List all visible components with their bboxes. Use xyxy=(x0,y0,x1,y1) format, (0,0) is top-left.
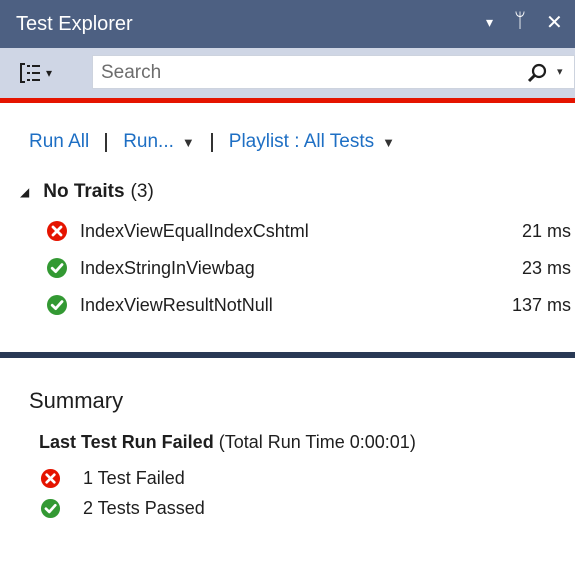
summary-title: Summary xyxy=(29,388,124,413)
test-duration: 23 ms xyxy=(521,257,571,278)
action-links: Run All Run... ▼ Playlist : All Tests ▼ xyxy=(29,131,395,153)
search-placeholder: Search xyxy=(101,62,162,83)
run-status-bar xyxy=(0,98,575,103)
window-options-dropdown-icon[interactable]: ▾ xyxy=(486,14,493,31)
title-bar: Test Explorer ▾ ᛘ ✕ xyxy=(0,0,575,48)
summary-passed[interactable]: 2 Tests Passed xyxy=(40,498,205,519)
run-all-link[interactable]: Run All xyxy=(29,131,89,153)
playlist-link[interactable]: Playlist : All Tests xyxy=(229,131,374,153)
panel-splitter[interactable] xyxy=(0,352,575,358)
summary-failed[interactable]: 1 Test Failed xyxy=(40,468,185,489)
test-name: IndexViewResultNotNull xyxy=(80,294,273,315)
test-row[interactable]: IndexViewEqualIndexCshtml 21 ms xyxy=(46,218,575,244)
run-link[interactable]: Run... xyxy=(123,131,174,153)
failed-icon xyxy=(40,468,61,489)
failed-count: 1 Test Failed xyxy=(83,468,185,488)
search-options-dropdown-icon[interactable]: ▾ xyxy=(557,65,563,78)
playlist-dropdown-icon[interactable]: ▼ xyxy=(382,135,395,150)
test-name: IndexViewEqualIndexCshtml xyxy=(80,220,309,241)
passed-icon xyxy=(47,295,67,315)
group-by-button[interactable]: ▾ xyxy=(20,58,82,88)
run-dropdown-icon[interactable]: ▼ xyxy=(182,135,195,150)
group-by-icon xyxy=(20,63,40,83)
last-run-status: Last Test Run Failed (Total Run Time 0:0… xyxy=(39,432,416,453)
test-duration: 137 ms xyxy=(511,294,571,315)
pin-icon[interactable]: ᛘ xyxy=(514,10,526,33)
passed-icon xyxy=(40,498,61,519)
passed-icon xyxy=(47,258,67,278)
group-count: (3) xyxy=(130,181,154,202)
group-by-dropdown-icon[interactable]: ▾ xyxy=(46,66,52,80)
failed-icon xyxy=(47,221,67,241)
search-icon[interactable] xyxy=(527,63,547,83)
separator xyxy=(210,132,213,152)
group-name: No Traits xyxy=(43,181,125,202)
expand-collapse-icon[interactable]: ◢ xyxy=(20,185,29,199)
passed-count: 2 Tests Passed xyxy=(83,498,205,518)
test-duration: 21 ms xyxy=(521,220,571,241)
test-row[interactable]: IndexStringInViewbag 23 ms xyxy=(46,255,575,281)
toolbar: ▾ Search ▾ xyxy=(0,48,575,98)
test-name: IndexStringInViewbag xyxy=(80,257,255,278)
separator xyxy=(105,132,108,152)
window-title: Test Explorer xyxy=(16,13,133,35)
test-row[interactable]: IndexViewResultNotNull 137 ms xyxy=(46,292,575,318)
test-group-header[interactable]: ◢ No Traits (3) xyxy=(20,181,154,203)
total-run-time: (Total Run Time 0:00:01) xyxy=(218,432,416,452)
search-input[interactable]: Search ▾ xyxy=(92,55,575,89)
close-icon[interactable]: ✕ xyxy=(546,10,563,35)
last-run-result: Last Test Run Failed xyxy=(39,432,214,452)
